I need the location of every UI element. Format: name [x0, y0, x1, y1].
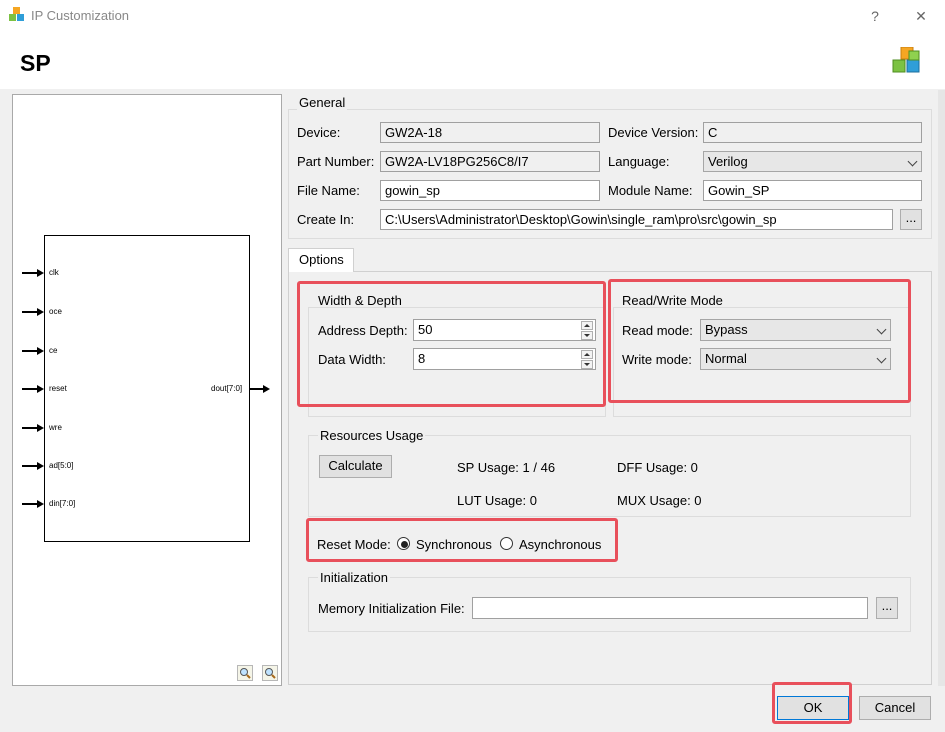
tab-options[interactable]: Options [288, 248, 354, 272]
dff-usage: DFF Usage: 0 [617, 460, 698, 475]
language-label: Language: [608, 154, 670, 169]
pin-arrow [263, 385, 270, 393]
part-number-field: GW2A-LV18PG256C8/I7 [380, 151, 600, 172]
calculate-button[interactable]: Calculate [319, 455, 392, 478]
file-name-label: File Name: [297, 183, 360, 198]
init-file-browse-button[interactable]: ... [876, 597, 898, 619]
highlight-box [772, 682, 852, 724]
pin-arrow [37, 424, 44, 432]
pin-arrow [37, 269, 44, 277]
dialog-header [0, 31, 945, 89]
language-value: Verilog [708, 154, 748, 169]
zoom-out-icon [265, 668, 276, 679]
init-file-input[interactable] [472, 597, 868, 619]
highlight-box [306, 518, 618, 562]
pin-line [22, 311, 38, 313]
sp-usage: SP Usage: 1 / 46 [457, 460, 556, 475]
module-name-input[interactable]: Gowin_SP [703, 180, 922, 201]
create-in-label: Create In: [297, 212, 355, 227]
zoom-in-icon [240, 668, 251, 679]
pin-line [22, 388, 38, 390]
zoom-in-button[interactable] [237, 665, 253, 681]
gowin-cube-icon [892, 47, 920, 73]
create-in-input[interactable]: C:\Users\Administrator\Desktop\Gowin\sin… [380, 209, 893, 230]
part-number-label: Part Number: [297, 154, 375, 169]
pin-line [22, 350, 38, 352]
create-in-browse-button[interactable]: ... [900, 209, 922, 230]
pin-arrow [37, 462, 44, 470]
highlight-box [608, 279, 911, 403]
pin-line [250, 388, 264, 390]
cancel-button[interactable]: Cancel [859, 696, 931, 720]
resources-title: Resources Usage [318, 428, 426, 443]
pin-arrow [37, 500, 44, 508]
pin-line [22, 272, 38, 274]
output-pin-label: dout[7:0] [211, 384, 243, 393]
module-name-label: Module Name: [608, 183, 693, 198]
mux-usage: MUX Usage: 0 [617, 493, 702, 508]
init-file-label: Memory Initialization File: [318, 601, 465, 616]
input-pin-label: ad[5:0] [49, 461, 74, 470]
input-pin-label: ce [49, 346, 58, 355]
help-button[interactable]: ? [864, 5, 886, 27]
pin-line [22, 503, 38, 505]
device-version-label: Device Version: [608, 125, 699, 140]
input-pin-label: din[7:0] [49, 499, 76, 508]
device-field: GW2A-18 [380, 122, 600, 143]
language-select[interactable]: Verilog [703, 151, 922, 172]
pin-line [22, 427, 38, 429]
input-pin-label: wre [49, 423, 62, 432]
input-pin-label: clk [49, 268, 59, 277]
highlight-box [297, 281, 606, 407]
device-version-field: C [703, 122, 922, 143]
scrollbar[interactable] [938, 90, 945, 686]
pin-arrow [37, 347, 44, 355]
general-title: General [297, 95, 348, 110]
gowin-cube-icon [9, 7, 24, 21]
initialization-title: Initialization [318, 570, 390, 585]
lut-usage: LUT Usage: 0 [457, 493, 537, 508]
pin-arrow [37, 308, 44, 316]
device-label: Device: [297, 125, 341, 140]
chevron-down-icon [907, 156, 918, 167]
input-pin-label: reset [49, 384, 67, 393]
title-bar: IP Customization ? ✕ [0, 0, 945, 31]
pin-line [22, 465, 38, 467]
window-title: IP Customization [31, 8, 130, 23]
page-title: SP [20, 50, 51, 76]
zoom-out-button[interactable] [262, 665, 278, 681]
input-pin-label: oce [49, 307, 62, 316]
file-name-input[interactable]: gowin_sp [380, 180, 600, 201]
pin-arrow [37, 385, 44, 393]
close-button[interactable]: ✕ [910, 5, 932, 27]
resources-group [308, 435, 911, 517]
